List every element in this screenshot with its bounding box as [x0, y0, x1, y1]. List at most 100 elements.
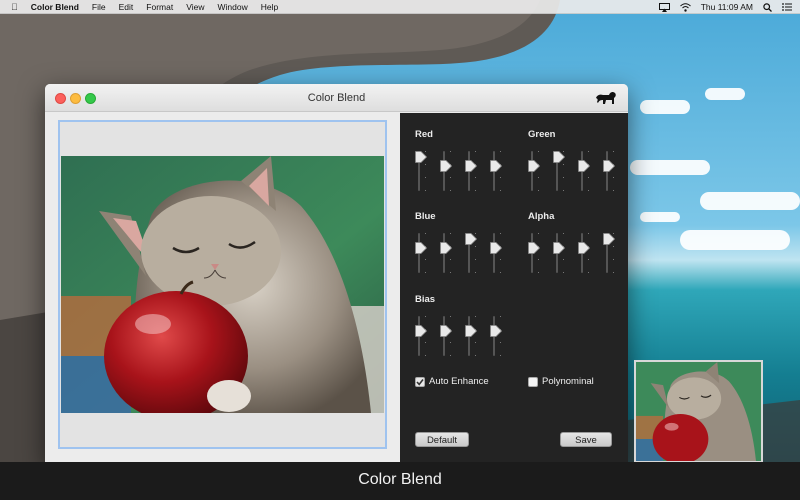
- alpha-label: Alpha: [528, 211, 555, 222]
- green-slider-3[interactable]: [578, 151, 590, 191]
- slider-tick: [538, 272, 539, 273]
- clock[interactable]: Thu 11:09 AM: [701, 2, 753, 12]
- alpha-slider-4[interactable]: [603, 233, 615, 273]
- alpha-slider-3[interactable]: [578, 233, 590, 273]
- slider-tick: [500, 342, 501, 343]
- menu-window[interactable]: Window: [217, 2, 247, 12]
- slider-tick: [425, 316, 426, 317]
- slider-knob[interactable]: [440, 242, 452, 255]
- title-bar[interactable]: Color Blend: [45, 84, 628, 112]
- cloud: [680, 230, 790, 250]
- slider-tick: [450, 316, 451, 317]
- slider-knob[interactable]: [440, 325, 452, 338]
- slider-knob[interactable]: [553, 242, 565, 255]
- slider-tick: [500, 177, 501, 178]
- slider-knob[interactable]: [490, 160, 502, 173]
- slider-tick: [613, 246, 614, 247]
- red-slider-4[interactable]: [490, 151, 502, 191]
- menu-app-name[interactable]: Color Blend: [31, 2, 79, 12]
- slider-knob[interactable]: [415, 242, 427, 255]
- save-button[interactable]: Save: [560, 432, 612, 447]
- image-well[interactable]: [58, 120, 387, 449]
- airplay-icon[interactable]: [658, 2, 670, 12]
- auto-enhance-label: Auto Enhance: [429, 376, 489, 387]
- slider-knob[interactable]: [603, 160, 615, 173]
- slider-tick: [500, 259, 501, 260]
- slider-tick: [450, 355, 451, 356]
- slider-tick: [588, 272, 589, 273]
- default-button[interactable]: Default: [415, 432, 469, 447]
- blue-slider-1[interactable]: [415, 233, 427, 273]
- blue-label: Blue: [415, 211, 436, 222]
- slider-tick: [450, 259, 451, 260]
- auto-enhance-checkbox[interactable]: Auto Enhance: [415, 376, 489, 387]
- bias-slider-4[interactable]: [490, 316, 502, 356]
- slider-knob[interactable]: [415, 325, 427, 338]
- slider-tick: [425, 190, 426, 191]
- kitten-thumbnail[interactable]: [634, 360, 763, 463]
- slider-knob[interactable]: [603, 233, 615, 245]
- slider-knob[interactable]: [578, 160, 590, 173]
- lion-logo-icon: [596, 91, 616, 104]
- slider-knob[interactable]: [415, 151, 427, 163]
- menu-format[interactable]: Format: [146, 2, 173, 12]
- cloud: [630, 160, 710, 175]
- blue-slider-2[interactable]: [440, 233, 452, 273]
- blue-slider-3[interactable]: [465, 233, 477, 273]
- slider-tick: [475, 151, 476, 152]
- slider-tick: [475, 177, 476, 178]
- slider-knob[interactable]: [490, 325, 502, 338]
- red-slider-1[interactable]: [415, 151, 427, 191]
- slider-tick: [475, 259, 476, 260]
- slider-tick: [450, 233, 451, 234]
- blue-slider-4[interactable]: [490, 233, 502, 273]
- spotlight-search-icon[interactable]: [763, 2, 772, 12]
- auto-enhance-box[interactable]: [415, 376, 425, 387]
- slider-knob[interactable]: [578, 242, 590, 255]
- menu-view[interactable]: View: [186, 2, 204, 12]
- kitten-thumbnail-photo: [636, 362, 761, 461]
- slider-knob[interactable]: [465, 160, 477, 173]
- alpha-slider-1[interactable]: [528, 233, 540, 273]
- alpha-slider-2[interactable]: [553, 233, 565, 273]
- polynominal-checkbox[interactable]: Polynominal: [528, 376, 594, 387]
- blend-controls-panel: Red Green Blue Alpha Bias Auto Enhance P…: [400, 113, 628, 464]
- slider-knob[interactable]: [490, 242, 502, 255]
- slider-tick: [613, 177, 614, 178]
- slider-tick: [538, 233, 539, 234]
- green-slider-2[interactable]: [553, 151, 565, 191]
- slider-knob[interactable]: [528, 242, 540, 255]
- slider-knob[interactable]: [465, 325, 477, 338]
- apple-menu-icon[interactable]: : [11, 2, 18, 12]
- slider-knob[interactable]: [553, 151, 565, 163]
- red-slider-2[interactable]: [440, 151, 452, 191]
- slider-tick: [563, 259, 564, 260]
- bias-slider-2[interactable]: [440, 316, 452, 356]
- slider-knob[interactable]: [528, 160, 540, 173]
- menu-bar:  Color Blend File Edit Format View Wind…: [0, 0, 800, 14]
- menu-file[interactable]: File: [92, 2, 106, 12]
- slider-tick: [500, 316, 501, 317]
- green-slider-1[interactable]: [528, 151, 540, 191]
- slider-tick: [563, 164, 564, 165]
- menu-help[interactable]: Help: [261, 2, 278, 12]
- wifi-icon[interactable]: [679, 2, 691, 12]
- menu-edit[interactable]: Edit: [119, 2, 134, 12]
- slider-tick: [538, 151, 539, 152]
- bias-slider-3[interactable]: [465, 316, 477, 356]
- bias-slider-1[interactable]: [415, 316, 427, 356]
- slider-tick: [475, 272, 476, 273]
- slider-knob[interactable]: [440, 160, 452, 173]
- slider-tick: [475, 190, 476, 191]
- slider-knob[interactable]: [465, 233, 477, 245]
- slider-tick: [450, 151, 451, 152]
- slider-tick: [425, 177, 426, 178]
- polynominal-label: Polynominal: [542, 376, 594, 387]
- notification-center-icon[interactable]: [782, 3, 792, 11]
- slider-tick: [588, 259, 589, 260]
- red-slider-3[interactable]: [465, 151, 477, 191]
- green-slider-4[interactable]: [603, 151, 615, 191]
- slider-tick: [425, 233, 426, 234]
- polynominal-box[interactable]: [528, 376, 538, 387]
- slider-tick: [450, 342, 451, 343]
